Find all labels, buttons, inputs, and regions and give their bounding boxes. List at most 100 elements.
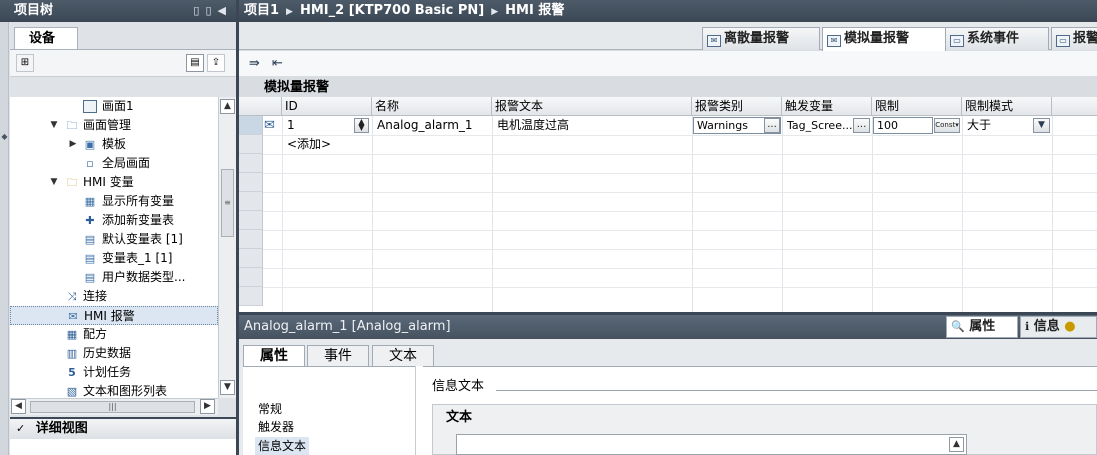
info-text-editor[interactable]: ▲	[456, 434, 967, 455]
cell-trigger-tag[interactable]: Tag_Scree...	[784, 116, 852, 135]
export-icon[interactable]: ⇪	[207, 54, 225, 72]
tree-item-recipes[interactable]: ▦ 配方	[10, 325, 218, 344]
tree-item-tag-table-1[interactable]: ▤ 变量表_1 [1]	[10, 249, 218, 268]
scroll-right-icon[interactable]: ▶	[200, 399, 215, 414]
col-header-name[interactable]: 名称	[372, 97, 492, 116]
chevron-right-icon[interactable]: ▶	[68, 135, 78, 154]
grid-line	[282, 116, 283, 312]
row-header[interactable]	[239, 154, 263, 173]
row-header[interactable]	[239, 268, 263, 287]
nav-general[interactable]: 常规	[258, 400, 282, 418]
breadcrumb-item[interactable]: HMI_2 [KTP700 Basic PN]	[300, 3, 484, 18]
pin-icon[interactable]: ▯▯	[193, 4, 217, 17]
limit-type-dropdown[interactable]: Const▾	[934, 118, 960, 133]
chevron-down-icon[interactable]: ▼	[49, 116, 59, 135]
row-header-selected[interactable]	[239, 116, 263, 135]
nav-trigger[interactable]: 触发器	[258, 418, 294, 436]
col-header-trigger-tag[interactable]: 触发变量	[782, 97, 872, 116]
tab-prop-texts[interactable]: 文本	[372, 345, 434, 366]
grid-line	[263, 135, 1097, 136]
tab-label: 模拟量报警	[844, 31, 910, 46]
cell-alarm-text[interactable]: 电机温度过高	[494, 116, 691, 135]
tab-analog-alarms[interactable]: ✉ 模拟量报警	[822, 27, 946, 51]
row-header[interactable]	[239, 249, 263, 268]
tab-label: 报警	[1073, 31, 1097, 46]
tree-item-connections[interactable]: ⤨ 连接	[10, 287, 218, 306]
col-header-id[interactable]: ID	[282, 97, 372, 116]
tree-item-templates[interactable]: ▶ ▣ 模板	[10, 135, 218, 154]
tab-devices[interactable]: 设备	[14, 27, 78, 49]
tree-item-global-screen[interactable]: ▫ 全局画面	[10, 154, 218, 173]
tree-item-hmi-alarms[interactable]: ✉ HMI 报警	[10, 306, 218, 325]
tree-item-label: HMI 变量	[83, 175, 134, 189]
tree-item-scheduled-tasks[interactable]: 5 计划任务	[10, 363, 218, 382]
nav-splitter[interactable]	[415, 366, 423, 455]
chevron-right-icon: ▶	[491, 7, 499, 17]
tree-item-user-data-types[interactable]: ▤ 用户数据类型...	[10, 268, 218, 287]
scroll-thumb[interactable]: ≡	[221, 169, 234, 237]
tab-properties[interactable]: 🔍 属性	[946, 316, 1018, 338]
breadcrumb: 项目1 ▶ HMI_2 [KTP700 Basic PN] ▶ HMI 报警	[239, 0, 1097, 22]
col-header-limit[interactable]: 限制	[872, 97, 962, 116]
insert-row-icon[interactable]: ⇛	[246, 55, 263, 72]
col-header-alarm-class[interactable]: 报警类别	[692, 97, 782, 116]
panel-controls[interactable]: ▯▯◀	[193, 0, 232, 22]
scroll-up-icon[interactable]: ▲	[949, 437, 964, 452]
tab-info[interactable]: ℹ 信息 ●	[1020, 316, 1097, 338]
id-spinner[interactable]: ▲ ▼	[354, 118, 369, 133]
tab-discrete-alarms[interactable]: ✉ 离散量报警	[702, 27, 820, 50]
tree-item-screen-management[interactable]: ▼ 🗀 画面管理	[10, 116, 218, 135]
row-header[interactable]	[239, 287, 263, 306]
trigger-tag-browse-button[interactable]: ...	[853, 118, 870, 133]
tree-item-label: 全局画面	[102, 156, 151, 170]
scroll-left-icon[interactable]: ◀	[11, 399, 26, 414]
scroll-down-icon[interactable]: ▼	[220, 380, 235, 395]
tree-item-show-all-tags[interactable]: ▦ 显示所有变量	[10, 192, 218, 211]
row-header-corner	[239, 97, 282, 116]
row-header[interactable]	[239, 173, 263, 192]
chevron-down-icon[interactable]: ▼	[49, 173, 59, 192]
table-view-icon[interactable]: ▤	[186, 54, 204, 72]
add-row[interactable]: <添加>	[284, 135, 374, 154]
row-header[interactable]	[239, 192, 263, 211]
tree-item-label: 历史数据	[83, 346, 132, 360]
cell-id[interactable]: 1	[284, 116, 354, 135]
tree-item-historical-data[interactable]: ▥ 历史数据	[10, 344, 218, 363]
row-header[interactable]	[239, 135, 263, 154]
tab-prop-properties[interactable]: 属性	[243, 345, 305, 366]
chevron-down-icon[interactable]: ▼	[1033, 118, 1050, 133]
tree-icon[interactable]: ⊞	[16, 54, 34, 72]
alarm-class-browse-button[interactable]: ...	[764, 118, 780, 133]
detail-view-header[interactable]: ✓ 详细视图	[10, 417, 236, 439]
add-row-icon[interactable]: ⇤	[269, 55, 286, 72]
tree-vertical-scrollbar[interactable]: ▲ ≡ ▼	[218, 97, 236, 398]
tree-item-screen1[interactable]: 画面1	[10, 97, 218, 116]
cell-limit-mode[interactable]: 大于	[964, 116, 1024, 135]
nav-info-text[interactable]: 信息文本	[255, 437, 310, 455]
col-header-alarm-text[interactable]: 报警文本	[492, 97, 692, 116]
collapse-left-icon[interactable]: ◀	[218, 4, 232, 17]
tree-horizontal-scrollbar[interactable]: ◀ ||| ▶	[10, 398, 218, 415]
tree-item-add-tag-table[interactable]: ✚ 添加新变量表	[10, 211, 218, 230]
tree-item-hmi-tags[interactable]: ▼ 🗀 HMI 变量	[10, 173, 218, 192]
cell-name[interactable]: Analog_alarm_1	[374, 116, 491, 135]
grid-line	[263, 249, 1097, 250]
row-header[interactable]	[239, 230, 263, 249]
breadcrumb-item[interactable]: 项目1	[244, 3, 279, 18]
tree-item-default-tag-table[interactable]: ▤ 默认变量表 [1]	[10, 230, 218, 249]
row-header[interactable]	[239, 211, 263, 230]
tab-prop-events[interactable]: 事件	[307, 345, 369, 366]
grid-line	[782, 116, 783, 312]
scroll-up-icon[interactable]: ▲	[220, 99, 235, 114]
tree-item-text-graphic-lists[interactable]: ▧ 文本和图形列表	[10, 382, 218, 398]
col-header-limit-mode[interactable]: 限制模式	[962, 97, 1052, 116]
limit-field[interactable]: 100	[873, 117, 933, 134]
add-table-icon: ✚	[85, 214, 95, 227]
scroll-thumb[interactable]: |||	[30, 401, 195, 413]
screen-icon	[83, 100, 97, 113]
tab-alarm-classes[interactable]: ▭ 报警	[1051, 27, 1097, 50]
detail-view-body	[10, 439, 236, 455]
tab-system-events[interactable]: ▭ 系统事件	[945, 27, 1049, 50]
chevron-down-icon[interactable]: ✓	[16, 422, 25, 435]
breadcrumb-item[interactable]: HMI 报警	[505, 3, 564, 18]
